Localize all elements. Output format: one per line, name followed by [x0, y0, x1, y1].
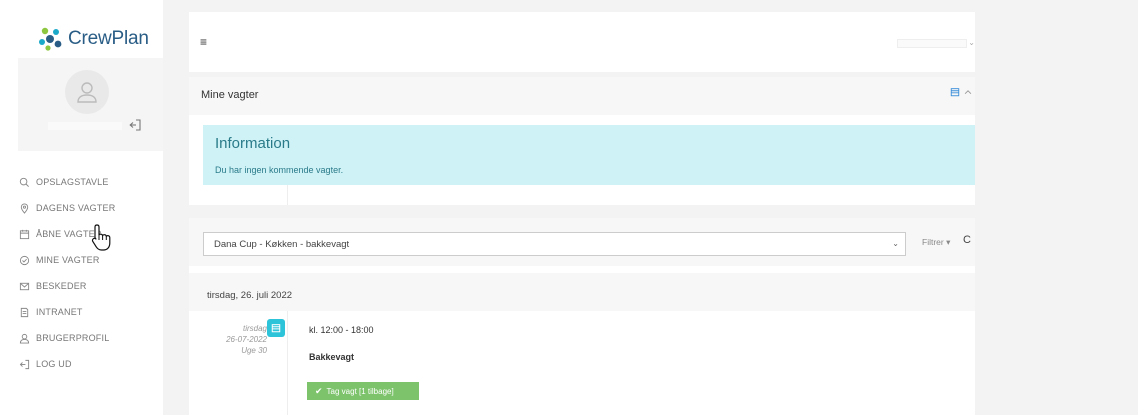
top-bar: ≡ ⌄ [189, 12, 975, 72]
my-shifts-panel: Mine vagter Information Du har ingen kom… [189, 77, 975, 205]
sidebar-item-label: DAGENS VAGTER [36, 203, 116, 213]
chevron-up-icon[interactable] [963, 87, 973, 97]
date-group-header: tirsdag, 26. juli 2022 [189, 273, 975, 311]
take-shift-button[interactable]: ✔ Tag vagt [1 tilbage] [307, 382, 419, 400]
panel-tools [950, 87, 973, 100]
hand-pointer-cursor-icon [91, 224, 111, 251]
divider [287, 185, 288, 205]
take-shift-label: Tag vagt [1 tilbage] [326, 386, 394, 396]
sidebar-item-label: MINE VAGTER [36, 255, 100, 265]
sidebar-item-beskeder[interactable]: BESKEDER [18, 273, 163, 299]
sidebar-item-intranet[interactable]: INTRANET [18, 299, 163, 325]
sidebar-item-log-ud[interactable]: LOG UD [18, 351, 163, 377]
info-title: Information [215, 135, 291, 152]
event-name: Bakkevagt [309, 352, 355, 362]
brand-name: CrewPlan [68, 28, 149, 49]
envelope-icon [18, 280, 30, 292]
sidebar-item-label: BESKEDER [36, 281, 87, 291]
calendar-icon [18, 228, 30, 240]
chat-icon [18, 176, 30, 188]
shift-filter-select[interactable]: Dana Cup - Køkken - bakkevagt ⌄ [203, 232, 906, 256]
info-alert: Information Du har ingen kommende vagter… [203, 125, 975, 185]
sidebar: CrewPlan OPSLAGSTAVLE DAGENS VAGTER ÅBNE… [0, 0, 163, 415]
sidebar-item-label: INTRANET [36, 307, 83, 317]
menu-icon[interactable]: ≡ [200, 35, 207, 49]
event-date-value: 26-07-2022 [226, 335, 267, 344]
user-icon [18, 332, 30, 344]
chevron-down-icon[interactable]: ⌄ [968, 38, 975, 47]
logout-icon [18, 358, 30, 370]
sidebar-nav: OPSLAGSTAVLE DAGENS VAGTER ÅBNE VAGTER M… [18, 169, 163, 377]
event-time: kl. 12:00 - 18:00 [309, 325, 374, 335]
crewplan-logo[interactable]: CrewPlan [36, 24, 149, 54]
sidebar-item-label: BRUGERPROFIL [36, 333, 110, 343]
sidebar-item-dagens-vagter[interactable]: DAGENS VAGTER [18, 195, 163, 221]
date-label: tirsdag, 26. juli 2022 [207, 290, 293, 301]
event-date: tirsdag 26-07-2022 Uge 30 [197, 323, 267, 356]
sidebar-item-label: LOG UD [36, 359, 72, 369]
timeline-line [287, 311, 288, 415]
shift-list-panel: Dana Cup - Køkken - bakkevagt ⌄ Filtrer … [189, 218, 975, 415]
calendar-icon [271, 324, 281, 333]
location-pin-icon [18, 202, 30, 214]
document-icon [18, 306, 30, 318]
refresh-icon[interactable]: C [963, 234, 971, 246]
info-text: Du har ingen kommende vagter. [215, 165, 344, 175]
check-icon: ✔ [315, 385, 323, 396]
logout-icon[interactable] [128, 118, 142, 132]
user-avatar-icon [77, 82, 97, 103]
panel-header: Mine vagter [189, 77, 975, 115]
selected-filter: Dana Cup - Køkken - bakkevagt [214, 239, 350, 250]
event-week: Uge 30 [241, 346, 267, 355]
sidebar-item-opslagstavle[interactable]: OPSLAGSTAVLE [18, 169, 163, 195]
filter-dropdown[interactable]: Filtrer ▾ [922, 237, 950, 248]
calendar-icon[interactable] [950, 87, 960, 97]
crewplan-logo-icon [39, 27, 62, 51]
profile-card [18, 58, 163, 151]
avatar[interactable] [65, 70, 109, 114]
username-redacted [48, 122, 122, 130]
user-menu-redacted[interactable] [897, 39, 967, 48]
panel-title: Mine vagter [201, 89, 259, 101]
event-weekday: tirsdag [242, 324, 267, 333]
chevron-down-icon: ⌄ [892, 239, 899, 248]
sidebar-item-label: OPSLAGSTAVLE [36, 177, 109, 187]
check-circle-icon [18, 254, 30, 266]
event-calendar-badge [267, 319, 285, 337]
sidebar-item-brugerprofil[interactable]: BRUGERPROFIL [18, 325, 163, 351]
